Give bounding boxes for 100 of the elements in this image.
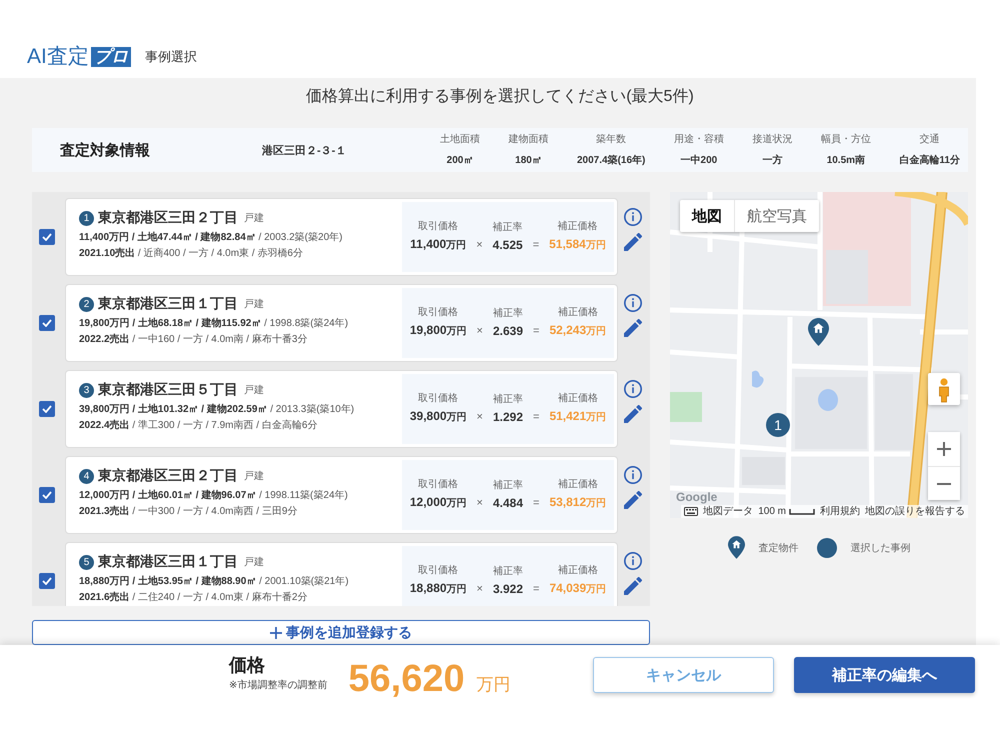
check-icon [42, 577, 52, 585]
adjusted-price-label: 補正価格 [558, 307, 598, 319]
price-label: 価格 [229, 654, 266, 676]
trade-price-label: 取引価格 [418, 479, 458, 491]
case-card[interactable]: 1 東京都港区三田２丁目 戸建 11,400万円 / 土地47.44㎡ / 建物82.84㎡ / 2003.2築(築20年) 2021.10売出 / 近商400 / 一方 / 4.0m東 / 赤羽橋6分 取引価格 11,400万円 × 補正率 4.525 = 補正価格 51,584万円 [65, 198, 618, 276]
home-pin-icon[interactable] [808, 318, 829, 346]
trade-price-label: 取引価格 [418, 565, 458, 577]
plus-icon [937, 442, 951, 456]
map-data-link[interactable]: 地図データ [703, 505, 754, 518]
case-card[interactable]: 2 東京都港区三田１丁目 戸建 19,800万円 / 土地68.18㎡ / 建物115.92㎡ / 1998.8築(築24年) 2022.2売出 / 一中160 / 一方 / 4.0m南 / 麻布十番3分 取引価格 19,800万円 × 補正率 2.639 = 補正価格 52,243万円 [65, 284, 618, 362]
map-type-tab[interactable]: 地図 [680, 200, 734, 232]
case-sale-info: 2021.10売出 / 近商400 / 一方 / 4.0m東 / 赤羽橋6分 [79, 247, 304, 261]
case-address: 東京都港区三田１丁目 [98, 295, 238, 313]
trade-price-label: 取引価格 [418, 307, 458, 319]
field-label: 幅員・方位 [820, 134, 871, 146]
multiply-sign: × [476, 238, 483, 252]
checkbox[interactable] [39, 487, 55, 503]
checkbox[interactable] [39, 401, 55, 417]
adjustment-rate: 3.922 [492, 582, 524, 596]
terms-link[interactable]: 利用規約 [820, 505, 860, 518]
app-logo: AI査定 プロ [27, 46, 131, 68]
case-card[interactable]: 4 東京都港区三田２丁目 戸建 12,000万円 / 土地60.01㎡ / 建物96.07㎡ / 1998.11築(築24年) 2021.3売出 / 一中300 / 一方 / 4.0m南西 / 三田9分 取引価格 12,000万円 × 補正率 4.484 = 補正価格 53,812万円 [65, 456, 618, 534]
info-icon[interactable] [624, 552, 642, 570]
person-icon[interactable] [928, 373, 960, 405]
map-type-tab[interactable]: 航空写真 [734, 200, 819, 232]
check-icon [42, 233, 52, 241]
equals-sign: = [533, 582, 540, 596]
subject-address: 港区三田２-３-１ [262, 144, 348, 158]
check-icon [42, 405, 52, 413]
trade-price: 39,800万円 [410, 409, 467, 425]
property-type: 戸建 [244, 470, 264, 483]
case-sale-info: 2021.6売出 / 二住240 / 一方 / 4.0m東 / 麻布十番2分 [79, 591, 308, 605]
info-icon[interactable] [624, 208, 642, 226]
trade-price-label: 取引価格 [418, 393, 458, 405]
price-note: ※市場調整率の調整前 [229, 680, 328, 692]
equals-sign: = [533, 410, 540, 424]
equals-sign: = [533, 496, 540, 510]
rate-label: 補正率 [493, 566, 523, 578]
rate-label: 補正率 [493, 308, 523, 320]
trade-price: 19,800万円 [410, 323, 467, 339]
case-details: 39,800万円 / 土地101.32㎡ / 建物202.59㎡ / 2013.3築(築10年) [79, 403, 356, 417]
case-number: 2 [79, 296, 94, 312]
rate-label: 補正率 [493, 480, 523, 492]
checkbox[interactable] [39, 229, 55, 245]
adjusted-price-label: 補正価格 [558, 393, 598, 405]
circle-marker-icon [816, 538, 836, 558]
page-title: 事例選択 [144, 48, 197, 66]
field-value: 一方 [762, 154, 782, 166]
park [670, 392, 702, 422]
info-icon[interactable] [624, 294, 642, 312]
field-label: 用途・容積 [674, 134, 724, 146]
case-address: 東京都港区三田２丁目 [98, 467, 238, 485]
checkbox[interactable] [39, 573, 55, 589]
instruction-text: 価格算出に利用する事例を選択してください(最大5件) [305, 88, 695, 106]
add-case-button[interactable]: 事例を追加登録する [32, 620, 650, 645]
pencil-icon[interactable] [624, 233, 642, 251]
trade-price: 12,000万円 [410, 495, 467, 511]
zoom-out-button[interactable] [928, 466, 960, 500]
field-label: 建物面積 [508, 134, 548, 146]
adjusted-price: 51,584万円 [549, 237, 606, 253]
property-type: 戸建 [244, 556, 264, 569]
adjusted-price-label: 補正価格 [558, 479, 598, 491]
legend-label: 査定物件 [758, 542, 798, 554]
property-type: 戸建 [244, 384, 264, 397]
case-number: 1 [79, 210, 94, 226]
scale-bar-icon [789, 508, 815, 514]
case-card[interactable]: 3 東京都港区三田５丁目 戸建 39,800万円 / 土地101.32㎡ / 建物202.59㎡ / 2013.3築(築10年) 2022.4売出 / 準工300 / 一方 / 7.9m南西 / 白金高輪6分 取引価格 39,800万円 × 補正率 1.292 = 補正価格 51,421万円 [65, 370, 618, 448]
building-block [742, 457, 785, 485]
info-icon[interactable] [624, 466, 642, 484]
check-icon [42, 491, 52, 499]
equals-sign: = [532, 238, 540, 252]
zoom-in-button[interactable] [928, 432, 960, 466]
pencil-icon[interactable] [624, 491, 642, 509]
adjustment-rate: 2.639 [492, 324, 524, 338]
field-label: 交通 [920, 134, 940, 146]
case-details: 12,000万円 / 土地60.01㎡ / 建物96.07㎡ / 1998.11築(築24年) [79, 489, 349, 503]
pencil-icon[interactable] [624, 577, 642, 595]
pencil-icon[interactable] [624, 405, 642, 423]
checkbox[interactable] [39, 315, 55, 331]
case-details: 11,400万円 / 土地47.44㎡ / 建物82.84㎡ / 2003.2築(築20年) [79, 231, 344, 245]
case-number: 3 [79, 382, 94, 398]
trade-price: 11,400万円 [410, 237, 466, 253]
case-number: 4 [79, 468, 94, 484]
building-block [795, 377, 867, 449]
report-error-link[interactable]: 地図の誤りを報告する [865, 505, 965, 518]
case-card[interactable]: 5 東京都港区三田１丁目 戸建 18,880万円 / 土地53.95㎡ / 建物88.90㎡ / 2001.10築(築21年) 2021.6売出 / 二住240 / 一方 / 4.0m東 / 麻布十番2分 取引価格 18,880万円 × 補正率 3.922 = 補正価格 74,039万円 [65, 542, 618, 606]
multiply-sign: × [476, 582, 483, 596]
field-value: 白金高輪11分 [899, 154, 960, 166]
field-label: 接道状況 [752, 134, 792, 146]
edit-rate-button[interactable]: 補正率の編集へ [794, 657, 975, 693]
field-value: 2007.4築(16年) [577, 154, 646, 166]
subject-heading: 査定対象情報 [60, 140, 151, 160]
keyboard-icon[interactable] [684, 507, 698, 516]
case-details: 19,800万円 / 土地68.18㎡ / 建物115.92㎡ / 1998.8築(築24年) [79, 317, 350, 331]
pencil-icon[interactable] [624, 319, 642, 337]
rate-label: 補正率 [493, 394, 523, 406]
price-unit: 万円 [476, 674, 511, 696]
adjusted-price: 51,421万円 [549, 409, 606, 425]
trade-price-label: 取引価格 [418, 221, 458, 233]
info-icon[interactable] [624, 380, 642, 398]
